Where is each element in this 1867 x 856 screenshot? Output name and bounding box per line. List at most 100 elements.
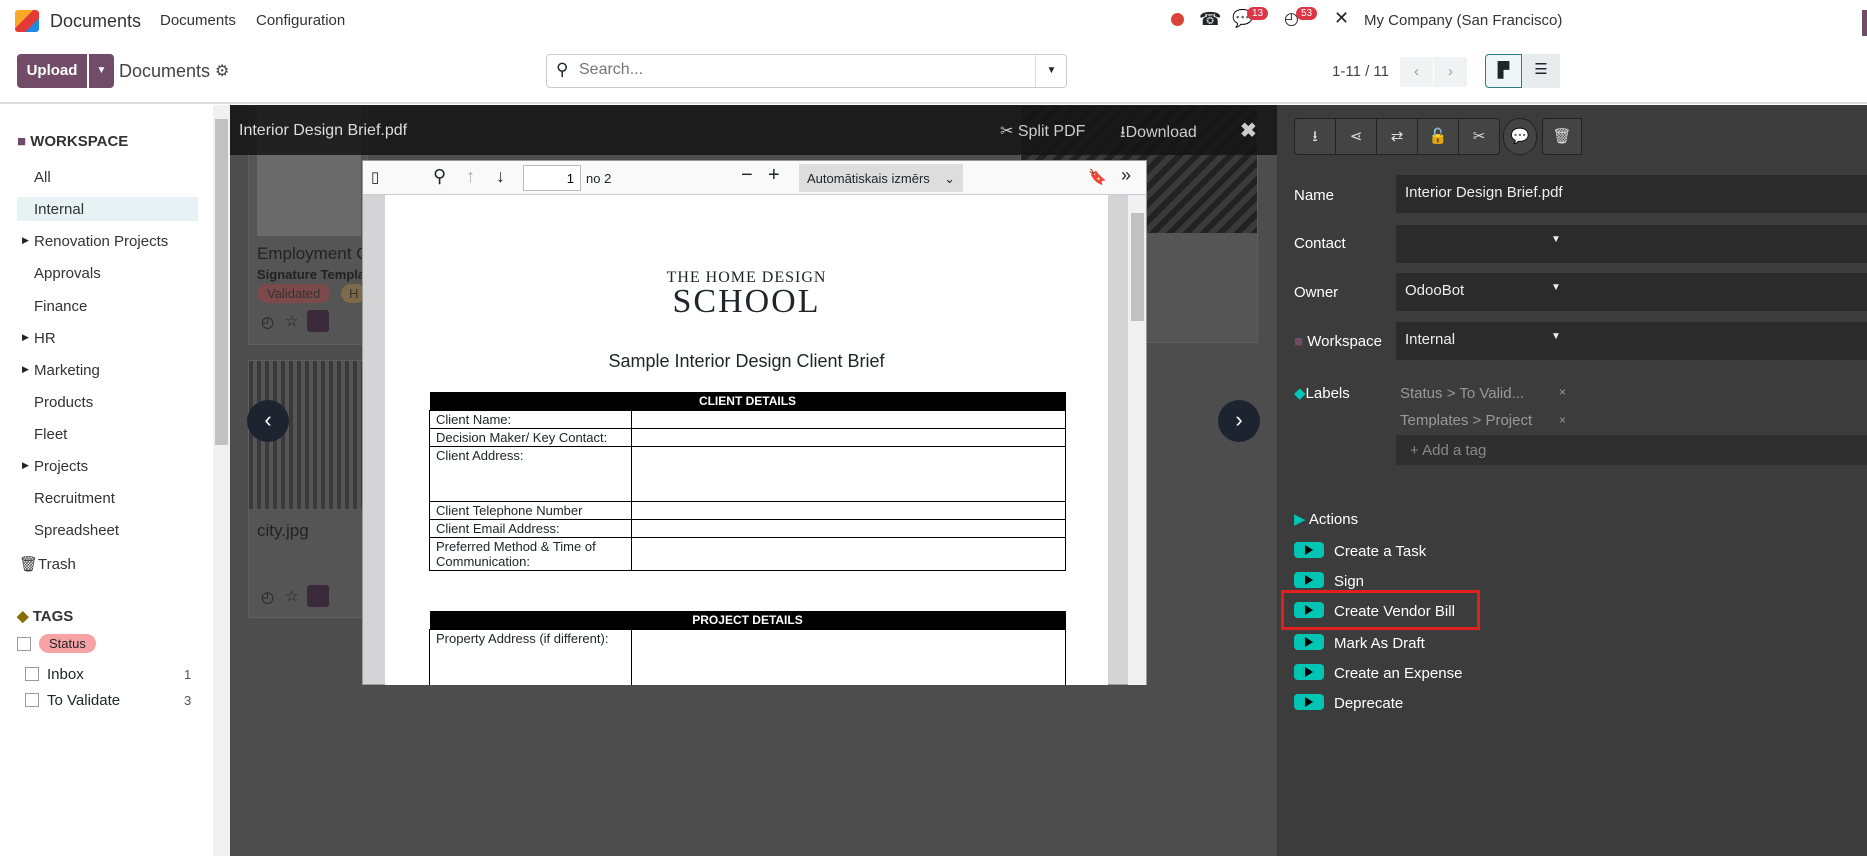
app-logo[interactable] [15, 10, 39, 32]
workspace-value: Internal [1405, 331, 1456, 348]
clock-icon[interactable]: ◴ [261, 313, 274, 331]
company-switcher[interactable]: My Company (San Francisco) [1364, 12, 1562, 29]
next-page-icon[interactable]: ↓ [496, 166, 505, 187]
sidebar-item-renovation-projects[interactable]: Renovation Projects [34, 233, 168, 250]
kanban-view-button[interactable]: ▛ [1485, 54, 1522, 88]
star-icon[interactable]: ☆ [285, 587, 298, 605]
sidebar-item-marketing[interactable]: Marketing [34, 362, 100, 379]
split-pdf-button[interactable]: ✂ Split PDF [1000, 121, 1085, 141]
card-title: Employment C [257, 244, 369, 263]
document-card[interactable]: city.jpg ◴ ☆ [248, 360, 368, 618]
logo-main-text: SCHOOL [672, 283, 821, 320]
sidebar-item-approvals[interactable]: Approvals [34, 265, 101, 282]
split-icon[interactable]: ✂ [1458, 118, 1500, 155]
client-details-header: CLIENT DETAILS [429, 392, 1066, 411]
user-avatar[interactable] [1862, 10, 1867, 36]
sidebar-item-recruitment[interactable]: Recruitment [34, 490, 115, 507]
bookmark-icon[interactable]: 🔖 [1088, 168, 1107, 186]
sidebar-item-fleet[interactable]: Fleet [34, 426, 67, 443]
label-tag[interactable]: Status > To Valid... [1400, 385, 1524, 402]
label-tag[interactable]: Templates > Project [1400, 412, 1532, 429]
next-document-button[interactable]: › [1218, 400, 1260, 442]
workspace-select[interactable]: Internal ▼ [1396, 322, 1867, 360]
viewer-title: Interior Design Brief.pdf [239, 122, 408, 139]
facet-to-validate[interactable]: To Validate [47, 692, 120, 709]
sidebar-item-products[interactable]: Products [34, 394, 93, 411]
clock-icon[interactable]: ◴ [261, 588, 274, 606]
menu-documents[interactable]: Documents [160, 12, 236, 29]
action-create-task[interactable]: Create a Task [1294, 542, 1426, 560]
gear-icon[interactable]: ⚙ [215, 61, 229, 81]
chat-icon[interactable]: 💬 [1503, 118, 1537, 155]
folder-icon: ■ [17, 133, 31, 150]
sidebar-item-hr[interactable]: HR [34, 330, 56, 347]
table-cell: Client Address: [429, 446, 632, 502]
remove-tag-icon[interactable]: × [1559, 413, 1566, 427]
caret-right-icon[interactable]: ▶ [22, 364, 29, 375]
pager-value[interactable]: 1-11 / 11 [1332, 63, 1389, 80]
to-validate-checkbox[interactable] [25, 693, 39, 707]
list-view-button[interactable]: ☰ [1522, 54, 1560, 88]
pager-previous-button[interactable]: ‹ [1400, 57, 1433, 87]
name-field[interactable]: Interior Design Brief.pdf [1396, 175, 1867, 213]
add-tag-input[interactable]: + Add a tag [1396, 435, 1867, 465]
pdf-heading: Sample Interior Design Client Brief [608, 351, 885, 371]
table-cell: Client Telephone Number [429, 501, 632, 520]
phone-icon[interactable]: ☎ [1199, 9, 1221, 30]
sidebar-toggle-icon[interactable]: ▯ [371, 168, 379, 186]
tools-icon[interactable]: ✕ [1334, 8, 1349, 29]
sidebar-scrollbar[interactable] [213, 105, 230, 856]
previous-document-button[interactable]: ‹ [247, 400, 289, 442]
status-dot-icon[interactable] [1171, 13, 1184, 26]
sidebar-item-finance[interactable]: Finance [34, 298, 87, 315]
status-tag[interactable]: Status [39, 634, 96, 653]
star-icon[interactable]: ☆ [285, 312, 298, 330]
zoom-select[interactable]: Automātiskais izmērs ⌄ [799, 164, 963, 192]
zoom-in-icon[interactable]: + [768, 164, 780, 187]
more-tools-icon[interactable]: » [1121, 165, 1131, 186]
search-options-toggle[interactable]: ▼ [1035, 55, 1067, 87]
previous-page-icon[interactable]: ↑ [466, 166, 475, 187]
sidebar-item-spreadsheet[interactable]: Spreadsheet [34, 522, 119, 539]
replace-icon[interactable]: ⇄ [1376, 118, 1418, 155]
folder-icon: ■ [1294, 333, 1304, 350]
find-icon[interactable]: ⚲ [433, 166, 446, 187]
status-checkbox[interactable] [17, 637, 31, 651]
sidebar-item-internal[interactable]: Internal [34, 201, 84, 218]
close-icon[interactable]: ✖ [1240, 118, 1257, 143]
labels-label: ◆Labels [1294, 384, 1350, 402]
download-icon[interactable]: ⭳ [1294, 118, 1336, 155]
contact-select[interactable]: ▼ [1396, 225, 1867, 263]
download-label: Download [1125, 124, 1197, 141]
actions-header[interactable]: ▶ Actions [1294, 510, 1358, 528]
page-number-input[interactable] [523, 165, 581, 191]
action-deprecate[interactable]: Deprecate [1294, 694, 1403, 712]
pdf-scrollbar[interactable] [1128, 195, 1146, 685]
pager-next-button[interactable]: › [1434, 57, 1467, 87]
upload-button[interactable]: Upload [17, 54, 87, 88]
unlock-icon[interactable]: 🔓 [1417, 118, 1459, 155]
action-mark-as-draft[interactable]: Mark As Draft [1294, 634, 1425, 652]
menu-configuration[interactable]: Configuration [256, 12, 345, 29]
app-name[interactable]: Documents [50, 11, 141, 32]
trash-icon[interactable]: 🗑 [1542, 118, 1582, 155]
action-sign[interactable]: Sign [1294, 572, 1364, 590]
remove-tag-icon[interactable]: × [1559, 385, 1566, 399]
inbox-checkbox[interactable] [25, 667, 39, 681]
action-create-expense[interactable]: Create an Expense [1294, 664, 1462, 682]
caret-right-icon[interactable]: ▶ [22, 460, 29, 471]
download-button[interactable]: ⭳Download [1120, 121, 1197, 148]
share-icon[interactable]: ⋖ [1335, 118, 1377, 155]
tags-title: TAGS [32, 608, 74, 625]
owner-select[interactable]: OdooBot ▼ [1396, 273, 1867, 311]
sidebar-item-trash[interactable]: 🗑Trash [19, 555, 76, 573]
upload-dropdown-button[interactable]: ▼ [89, 54, 114, 88]
sidebar-item-all[interactable]: All [34, 169, 51, 186]
facet-inbox[interactable]: Inbox [47, 666, 84, 683]
zoom-out-icon[interactable]: − [741, 164, 753, 187]
search-input[interactable] [579, 61, 999, 79]
sidebar-item-projects[interactable]: Projects [34, 458, 88, 475]
activity-badge: 53 [1296, 7, 1318, 20]
caret-right-icon[interactable]: ▶ [22, 235, 29, 246]
caret-right-icon[interactable]: ▶ [22, 332, 29, 343]
